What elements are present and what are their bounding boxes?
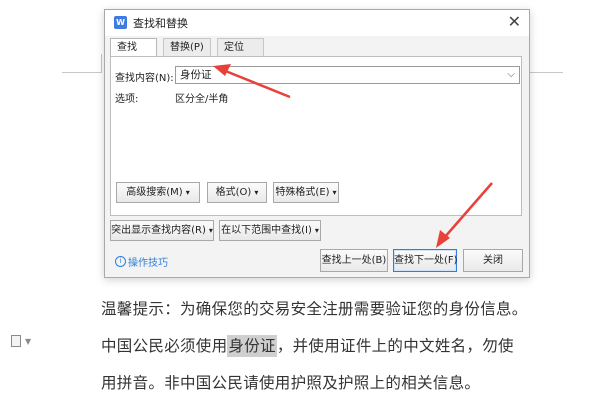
page-corner-mark xyxy=(101,54,102,73)
close-button[interactable]: 关闭 xyxy=(463,249,523,272)
dialog-titlebar[interactable]: W 查找和替换 ✕ xyxy=(105,10,529,36)
tips-link[interactable]: 操作技巧 xyxy=(128,254,168,269)
close-icon[interactable]: ✕ xyxy=(508,12,521,32)
format-button[interactable]: 格式(O) ▾ xyxy=(207,182,267,203)
find-input[interactable]: 身份证 ⌵ xyxy=(175,66,520,84)
page-corner-mark xyxy=(528,72,563,73)
advanced-search-label: 高级搜索(M) xyxy=(126,187,183,198)
find-previous-button[interactable]: 查找上一处(B) xyxy=(320,249,388,272)
tab-replace[interactable]: 替换(P) xyxy=(163,38,211,56)
format-label: 格式(O) xyxy=(215,187,252,198)
options-label: 选项: xyxy=(115,94,139,105)
special-format-button[interactable]: 特殊格式(E) ▾ xyxy=(273,182,339,203)
find-next-button[interactable]: 查找下一处(F) xyxy=(393,249,458,272)
page-corner-mark xyxy=(62,72,102,73)
highlight-results-button[interactable]: 突出显示查找内容(R) ▾ xyxy=(110,220,214,241)
tab-goto[interactable]: 定位(G) xyxy=(217,38,264,70)
document-line-2: 中国公民必须使用身份证，并使用证件上的中文姓名，勿使 xyxy=(101,334,514,357)
wps-logo-icon: W xyxy=(114,16,127,29)
chevron-down-icon: ▾ xyxy=(254,188,259,197)
document-text: 中国公民必须使用 xyxy=(101,337,228,355)
chevron-down-icon[interactable]: ▼ xyxy=(25,337,31,346)
chevron-down-icon: ▾ xyxy=(332,188,337,197)
dialog-title: 查找和替换 xyxy=(133,17,188,30)
chevron-down-icon[interactable]: ⌵ xyxy=(507,67,515,83)
chevron-down-icon: ▾ xyxy=(185,188,190,197)
search-scope-button[interactable]: 在以下范围中查找(I) ▾ xyxy=(219,220,321,241)
chevron-down-icon: ▾ xyxy=(314,226,319,235)
info-icon[interactable]: i xyxy=(115,256,126,267)
chevron-down-icon: ▾ xyxy=(208,226,213,235)
find-replace-dialog: W 查找和替换 ✕ 查找(D) 替换(P) 定位(G) 查找内容(N): 身份证… xyxy=(104,9,530,278)
find-input-value: 身份证 xyxy=(180,69,212,81)
document-text: ，并使用证件上的中文姓名，勿使 xyxy=(276,337,514,355)
search-scope-label: 在以下范围中查找(I) xyxy=(221,225,312,236)
advanced-search-button[interactable]: 高级搜索(M) ▾ xyxy=(116,182,200,203)
search-match-highlight: 身份证 xyxy=(227,335,277,357)
options-value: 区分全/半角 xyxy=(175,94,229,105)
document-line-3: 用拼音。非中国公民请使用护照及护照上的相关信息。 xyxy=(101,374,481,392)
document-line-1: 温馨提示：为确保您的交易安全注册需要验证您的身份信息。 xyxy=(101,300,528,318)
highlight-results-label: 突出显示查找内容(R) xyxy=(111,225,206,236)
find-label: 查找内容(N): xyxy=(115,73,174,84)
find-panel: 查找内容(N): 身份证 ⌵ 选项: 区分全/半角 高级搜索(M) ▾ 格式(O)… xyxy=(110,56,522,216)
paragraph-icon[interactable] xyxy=(11,335,21,347)
tab-find[interactable]: 查找(D) xyxy=(110,38,157,70)
special-format-label: 特殊格式(E) xyxy=(275,187,330,198)
